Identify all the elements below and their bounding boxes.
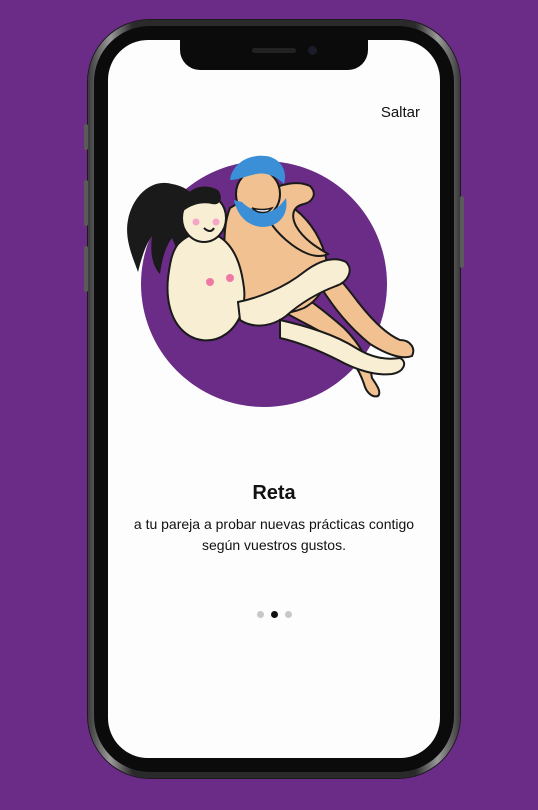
pagination-dot-2[interactable]: [270, 611, 278, 618]
notch: [180, 40, 368, 70]
speaker-grille: [252, 48, 296, 53]
front-camera: [308, 46, 317, 55]
silent-switch: [84, 124, 88, 150]
pagination-dots: [108, 611, 440, 618]
power-button: [460, 196, 464, 268]
onboarding-title: Reta: [252, 482, 296, 504]
pagination-dot-3[interactable]: [284, 611, 292, 618]
onboarding-screen: Saltar Reta a tu pareja a probar nuevas …: [108, 40, 440, 758]
skip-button[interactable]: Saltar: [381, 104, 420, 121]
volume-up-button: [84, 180, 88, 226]
volume-down-button: [84, 246, 88, 292]
onboarding-description: a tu pareja a probar nuevas prácticas co…: [133, 516, 415, 553]
couple-illustration: [127, 155, 415, 407]
phone-frame: Saltar Reta a tu pareja a probar nuevas …: [84, 20, 464, 778]
pagination-dot-1[interactable]: [256, 611, 264, 618]
